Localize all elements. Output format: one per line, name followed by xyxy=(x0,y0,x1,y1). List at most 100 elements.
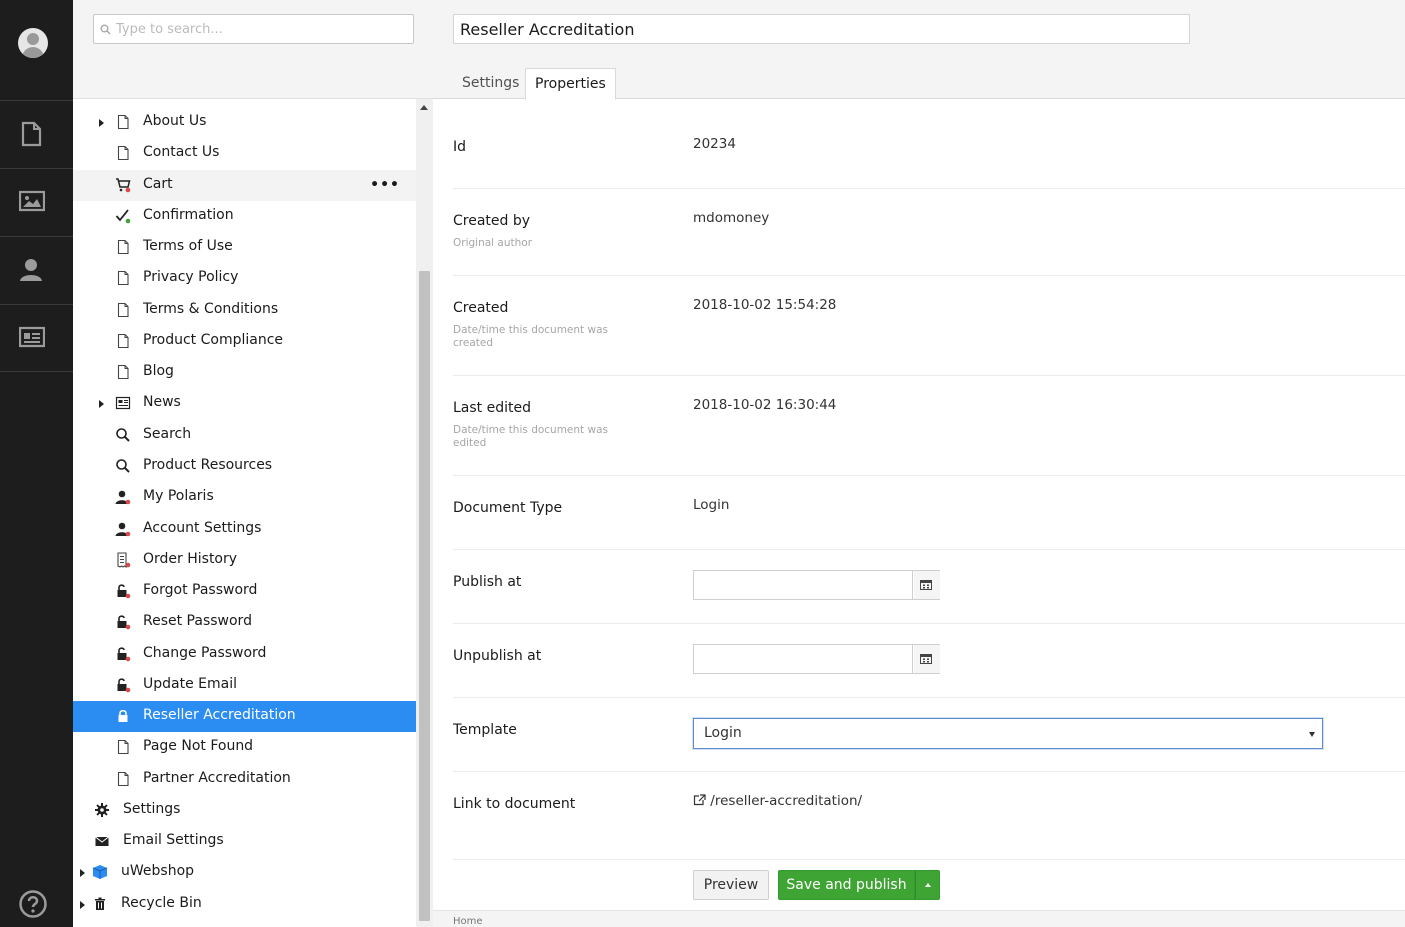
content-icon xyxy=(21,121,42,147)
expand-caret-icon[interactable] xyxy=(80,869,85,877)
help-icon[interactable] xyxy=(18,889,48,919)
prop-template: Template Login xyxy=(453,698,1405,772)
chevron-down-icon xyxy=(1309,732,1315,737)
tree-item-label: Page Not Found xyxy=(143,738,254,754)
tree-item-label: Change Password xyxy=(143,645,267,661)
chevron-up-icon xyxy=(925,883,931,887)
expand-caret-icon[interactable] xyxy=(99,400,104,408)
more-options-icon[interactable]: ••• xyxy=(370,177,400,193)
user-avatar[interactable] xyxy=(18,28,48,58)
preview-button[interactable]: Preview xyxy=(693,870,769,900)
tree-scrollbar[interactable] xyxy=(416,99,433,927)
tree-item-privacy-policy[interactable]: Privacy Policy xyxy=(73,263,416,294)
prop-publish-at: Publish at xyxy=(453,550,1405,624)
check-icon xyxy=(115,208,131,224)
template-select[interactable]: Login xyxy=(693,718,1323,749)
scroll-up-arrow[interactable] xyxy=(420,105,428,110)
prop-description: Original author xyxy=(453,237,533,249)
document-link[interactable]: /reseller-accreditation/ xyxy=(693,793,862,809)
member-icon xyxy=(115,489,131,505)
tree-item-label: Search xyxy=(143,426,192,442)
tree-item-recycle-bin[interactable]: Recycle Bin xyxy=(73,889,416,920)
unpublish-at-calendar-button[interactable] xyxy=(914,645,940,673)
prop-unpublish-at: Unpublish at xyxy=(453,624,1405,698)
unpublish-at-input[interactable] xyxy=(694,645,913,673)
tree-item-account-settings[interactable]: Account Settings xyxy=(73,514,416,545)
content-tree: About Us Contact Us Cart ••• Confirmation Ter… xyxy=(73,0,433,927)
tree-item-confirmation[interactable]: Confirmation xyxy=(73,201,416,232)
tree-item-news[interactable]: News xyxy=(73,388,416,419)
tree-item-forgot-password[interactable]: Forgot Password xyxy=(73,576,416,607)
tree-item-label: News xyxy=(143,394,181,410)
trash-icon xyxy=(92,896,108,912)
external-link-icon xyxy=(693,794,706,806)
tab-properties[interactable]: Properties xyxy=(525,68,616,100)
media-icon xyxy=(19,190,45,212)
page-icon xyxy=(115,771,131,787)
tree-item-terms-of-use[interactable]: Terms of Use xyxy=(73,232,416,263)
save-and-publish-button[interactable]: Save and publish xyxy=(778,870,915,900)
tree-item-page-not-found[interactable]: Page Not Found xyxy=(73,732,416,763)
prop-label: Created by xyxy=(453,213,531,229)
tree-item-label: Terms of Use xyxy=(143,238,233,254)
scroll-thumb[interactable] xyxy=(419,271,430,921)
breadcrumb-home[interactable]: Home xyxy=(453,916,483,927)
tree-item-order-history[interactable]: Order History xyxy=(73,545,416,576)
tree-item-reset-password[interactable]: Reset Password xyxy=(73,607,416,638)
gear-icon xyxy=(94,802,110,818)
tab-settings[interactable]: Settings xyxy=(453,68,528,99)
editor-header: Settings Properties xyxy=(433,0,1405,100)
prop-value: Login xyxy=(693,497,730,513)
template-selected-value: Login xyxy=(704,725,742,741)
cart-icon xyxy=(115,177,131,193)
tree-item-label: Partner Accreditation xyxy=(143,770,291,786)
publish-at-calendar-button[interactable] xyxy=(914,571,940,599)
tree-item-label: Cart xyxy=(143,176,173,192)
prop-description: Date/time this document was edited xyxy=(453,424,608,449)
prop-document-type: Document Type Login xyxy=(453,476,1405,550)
tree-item-contact-us[interactable]: Contact Us xyxy=(73,138,416,169)
unlock-icon xyxy=(115,677,131,693)
envelope-icon xyxy=(94,833,110,849)
prop-label: Template xyxy=(453,722,517,738)
cube-icon xyxy=(92,864,108,880)
tree-item-label: About Us xyxy=(143,113,207,129)
section-media[interactable] xyxy=(0,168,73,236)
tree-item-blog[interactable]: Blog xyxy=(73,357,416,388)
tree-item-my-polaris[interactable]: My Polaris xyxy=(73,482,416,513)
unlock-icon xyxy=(115,583,131,599)
tree-item-cart[interactable]: Cart ••• xyxy=(73,170,416,201)
tree-item-email-settings[interactable]: Email Settings xyxy=(73,826,416,857)
calendar-icon xyxy=(920,654,932,664)
tree-item-search[interactable]: Search xyxy=(73,420,416,451)
search-input[interactable] xyxy=(116,17,406,41)
tree-item-about-us[interactable]: About Us xyxy=(73,107,416,138)
unlock-icon xyxy=(115,646,131,662)
tree-item-uwebshop[interactable]: uWebshop xyxy=(73,857,416,888)
document-name-input[interactable] xyxy=(453,14,1190,44)
tree-item-clipped xyxy=(73,99,416,105)
tree-item-update-email[interactable]: Update Email xyxy=(73,670,416,701)
tree-item-change-password[interactable]: Change Password xyxy=(73,639,416,670)
section-forms[interactable] xyxy=(0,304,73,372)
tree-item-product-compliance[interactable]: Product Compliance xyxy=(73,326,416,357)
document-link-text[interactable]: /reseller-accreditation/ xyxy=(710,793,862,809)
tree-item-settings[interactable]: Settings xyxy=(73,795,416,826)
publish-at-input[interactable] xyxy=(694,571,913,599)
publish-options-button[interactable] xyxy=(915,870,940,900)
prop-created-by: Created by Original author mdomoney xyxy=(453,189,1405,276)
tree-item-terms-and-conditions[interactable]: Terms & Conditions xyxy=(73,295,416,326)
section-members[interactable] xyxy=(0,236,73,304)
tree-search[interactable] xyxy=(93,14,414,44)
tree-list: About Us Contact Us Cart ••• Confirmation Ter… xyxy=(73,99,416,927)
tree-item-product-resources[interactable]: Product Resources xyxy=(73,451,416,482)
section-content[interactable] xyxy=(0,100,73,168)
page-icon xyxy=(115,270,131,286)
tree-item-reseller-accreditation[interactable]: Reseller Accreditation xyxy=(73,701,416,732)
tree-item-label: Product Compliance xyxy=(143,332,284,348)
prop-value: 2018-10-02 16:30:44 xyxy=(693,397,837,413)
tree-item-partner-accreditation[interactable]: Partner Accreditation xyxy=(73,764,416,795)
tree-item-label: Blog xyxy=(143,363,174,379)
expand-caret-icon[interactable] xyxy=(80,901,85,909)
expand-caret-icon[interactable] xyxy=(99,119,104,127)
